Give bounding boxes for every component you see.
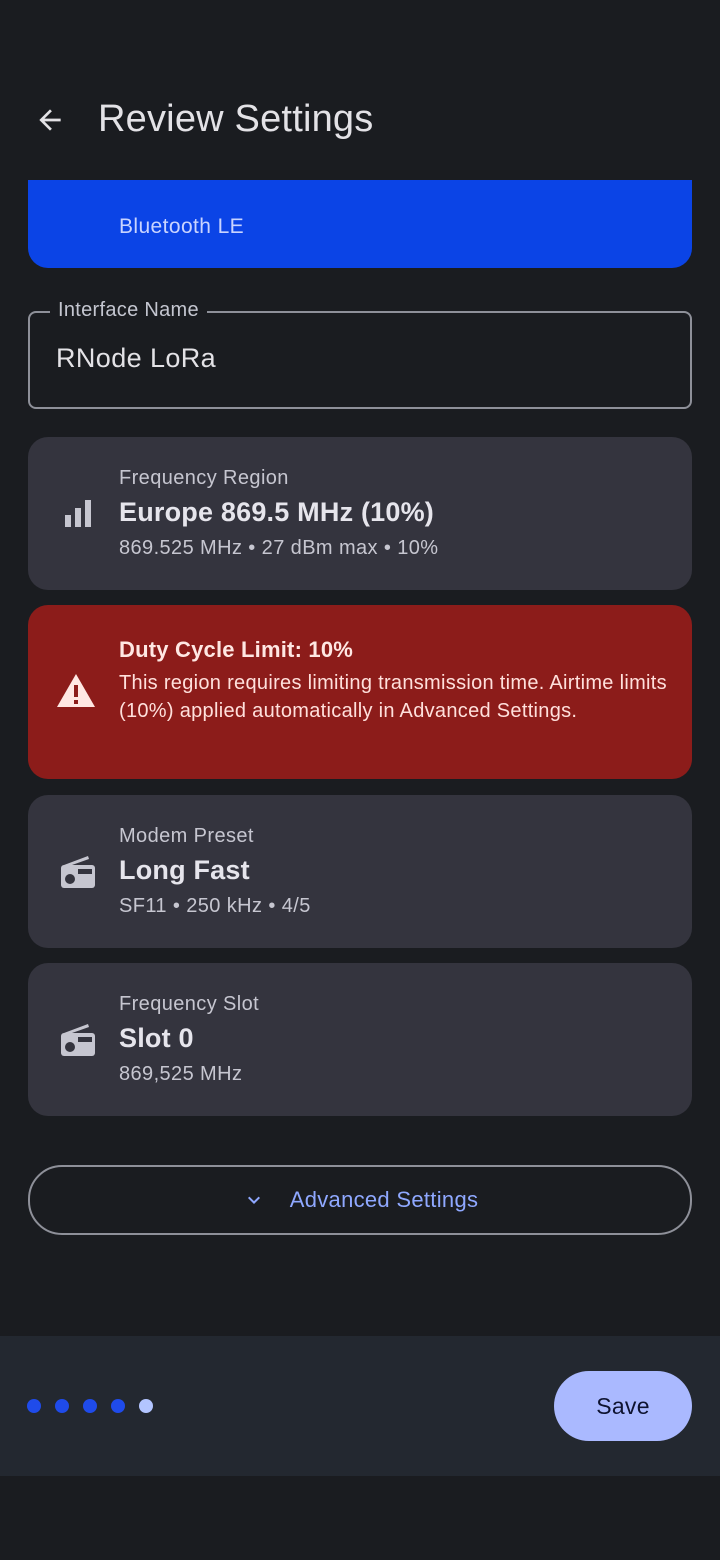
advanced-settings-label: Advanced Settings: [289, 1187, 479, 1212]
frequency-slot-card[interactable]: Frequency Slot Slot 0 869,525 MHz: [28, 963, 692, 1116]
modem-preset-value: Long Fast: [119, 855, 250, 885]
advanced-settings-button[interactable]: Advanced Settings: [28, 1165, 692, 1235]
modem-preset-label: Modem Preset: [119, 825, 254, 847]
interface-name-field[interactable]: Interface Name RNode LoRa: [28, 299, 692, 409]
frequency-region-detail: 869.525 MHz • 27 dBm max • 10%: [119, 537, 439, 559]
arrow-back-icon: [39, 109, 61, 131]
warning-body: This region requires limiting transmissi…: [119, 672, 667, 722]
screen: Review Settings Bluetooth LE Interface N…: [0, 0, 720, 1560]
chevron-down-icon: [242, 1188, 266, 1212]
warning-title: Duty Cycle Limit: 10%: [119, 637, 354, 662]
connection-type: Bluetooth LE: [119, 215, 245, 238]
modem-preset-detail: SF11 • 250 kHz • 4/5: [119, 895, 311, 917]
top-app-bar: Review Settings: [0, 60, 720, 180]
frequency-slot-detail: 869,525 MHz: [119, 1063, 243, 1085]
warning-icon: [57, 674, 95, 707]
page-title: Review Settings: [98, 98, 374, 140]
step-indicator: [27, 1399, 167, 1413]
step-dot: [27, 1399, 41, 1413]
back-button[interactable]: [26, 96, 74, 144]
interface-name-input[interactable]: RNode LoRa: [56, 343, 216, 374]
save-button[interactable]: Save: [554, 1371, 692, 1441]
modem-preset-card[interactable]: Modem Preset Long Fast SF11 • 250 kHz • …: [28, 795, 692, 948]
scroll-content[interactable]: Bluetooth LE Interface Name RNode LoRa F…: [0, 180, 720, 1335]
frequency-region-value: Europe 869.5 MHz (10%): [119, 497, 434, 527]
frequency-region-card[interactable]: Frequency Region Europe 869.5 MHz (10%) …: [28, 437, 692, 590]
frequency-region-label: Frequency Region: [119, 467, 289, 489]
bottom-bar: Save: [0, 1336, 720, 1476]
step-dot-current: [139, 1399, 153, 1413]
step-dot: [111, 1399, 125, 1413]
radio-icon: [58, 852, 98, 892]
step-dot: [55, 1399, 69, 1413]
duty-cycle-warning: Duty Cycle Limit: 10% This region requir…: [28, 605, 692, 779]
step-dot: [83, 1399, 97, 1413]
frequency-slot-label: Frequency Slot: [119, 993, 260, 1015]
interface-name-label: Interface Name: [50, 299, 207, 322]
radio-icon: [58, 1020, 98, 1060]
signal-bars-icon: [58, 494, 98, 534]
connection-card[interactable]: Bluetooth LE: [28, 180, 692, 268]
frequency-slot-value: Slot 0: [119, 1023, 194, 1053]
